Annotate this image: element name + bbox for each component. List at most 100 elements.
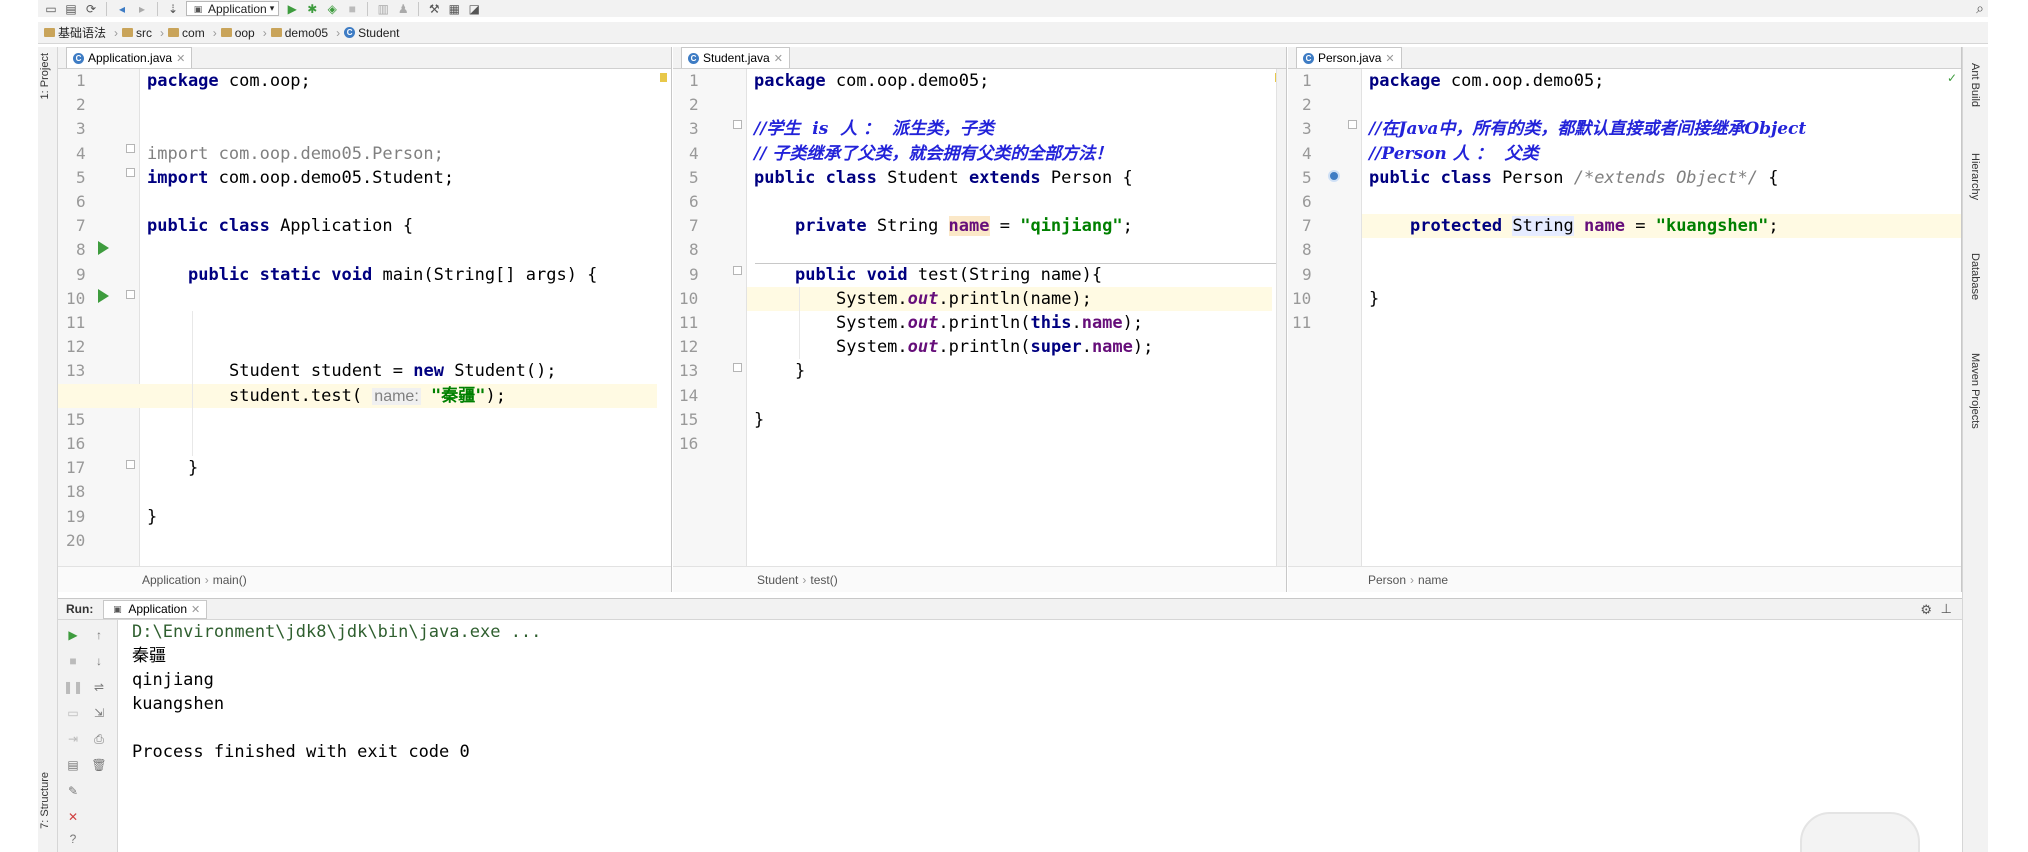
footer-crumb[interactable]: test()	[810, 573, 837, 587]
stop-icon[interactable]: ■	[66, 654, 80, 668]
code-editor[interactable]: 1 2 3 4 5 6 7 8 9 10 11 package com.oop.…	[1288, 69, 1961, 566]
dump-threads-icon[interactable]: ▭	[66, 706, 80, 720]
fold-marker-icon[interactable]	[733, 120, 742, 129]
app-config-icon: ▣	[113, 604, 122, 614]
help-icon[interactable]: ?	[66, 832, 80, 846]
coverage-icon[interactable]: ◈	[325, 2, 339, 16]
footer-crumb[interactable]: main()	[213, 573, 247, 587]
line-number: 4	[76, 143, 86, 163]
settings-wrench-icon[interactable]: ⚒	[427, 2, 441, 16]
sync-icon[interactable]: ⟳	[84, 2, 98, 16]
run-config-select[interactable]: ▣ Application ▾	[186, 1, 280, 16]
console-output[interactable]: D:\Environment\jdk8\jdk\bin\java.exe ...…	[118, 620, 1962, 852]
footer-crumb[interactable]: Application	[142, 573, 201, 587]
maven-projects-tab[interactable]: Maven Projects	[1969, 353, 1981, 429]
code-line: public class Person /*extends Object*/ {	[1362, 166, 1961, 190]
code-editor[interactable]: 1 2 3 4 5 6 7 8 9 10 11 12 13 14 15 16 1…	[58, 69, 671, 566]
breadcrumb-item-student[interactable]: C Student	[344, 26, 403, 40]
warning-stripe-icon[interactable]	[660, 73, 667, 82]
fold-marker-icon[interactable]	[733, 266, 742, 275]
vcs-update-icon[interactable]: ▥	[376, 2, 390, 16]
forward-arrow-icon[interactable]: ▸	[135, 2, 149, 16]
line-number: 5	[689, 167, 699, 187]
fold-marker-icon[interactable]	[126, 144, 135, 153]
breadcrumb-label: 基础语法	[58, 26, 107, 40]
code-line: package com.oop.demo05;	[747, 69, 1286, 93]
close-icon[interactable]: ✕	[176, 52, 185, 65]
breadcrumb-item-demo05[interactable]: demo05	[270, 25, 332, 40]
scroll-to-end-icon[interactable]: ⇲	[92, 706, 106, 720]
pause-icon[interactable]: ❚❚	[63, 680, 83, 694]
sdk-icon[interactable]: ◪	[467, 2, 481, 16]
hierarchy-tab[interactable]: Hierarchy	[1969, 153, 1981, 200]
editor-breadcrumb: Application › main()	[58, 566, 671, 592]
project-tool-tab[interactable]: 1: Project	[39, 53, 51, 99]
code-token: new	[413, 361, 444, 382]
close-icon[interactable]: ✕	[66, 810, 80, 824]
close-icon[interactable]: ✕	[191, 603, 200, 616]
line-number: 3	[689, 119, 699, 139]
debug-icon[interactable]: ✱	[305, 2, 319, 16]
footer-crumb[interactable]: Person	[1368, 573, 1406, 587]
soft-wrap-icon[interactable]: ⇌	[92, 680, 106, 694]
code-line: }	[1362, 287, 1961, 311]
code-editor[interactable]: 1 2 3 4 5 6 7 8 9 10 11 12 13 14 15 16 p…	[673, 69, 1286, 566]
scroll-down-icon[interactable]: ↓	[92, 654, 106, 668]
console-line: D:\Environment\jdk8\jdk\bin\java.exe ...	[132, 622, 542, 642]
code-token: out	[907, 288, 939, 309]
gear-icon[interactable]: ⚙	[1920, 602, 1932, 618]
layout-icon[interactable]: ▤	[66, 758, 80, 772]
close-icon[interactable]: ✕	[1385, 52, 1394, 65]
fold-marker-icon[interactable]	[126, 460, 135, 469]
editor-pane-application: C Application.java ✕ 1 2 3 4 5 6 7 8 9 1…	[58, 47, 672, 592]
code-token: name	[1584, 216, 1625, 237]
breadcrumb-item-oop[interactable]: oop	[220, 26, 259, 40]
save-all-icon[interactable]: ▤	[64, 2, 78, 16]
print-icon[interactable]: ⎙	[92, 732, 106, 746]
fold-marker-icon[interactable]	[733, 363, 742, 372]
exit-icon[interactable]: ⇥	[66, 732, 80, 746]
tab-student-java[interactable]: C Student.java ✕	[681, 47, 790, 68]
inheritance-marker-icon[interactable]	[1328, 170, 1340, 182]
scroll-up-icon[interactable]: ↑	[92, 628, 106, 642]
build-icon[interactable]: ⇣	[166, 2, 180, 16]
close-icon[interactable]: ✕	[774, 52, 783, 65]
line-number: 14	[679, 385, 699, 405]
fold-marker-icon[interactable]	[126, 290, 135, 299]
tab-application-java[interactable]: C Application.java ✕	[66, 47, 193, 68]
line-number: 10	[679, 288, 699, 308]
structure-tool-tab[interactable]: 7: Structure	[39, 772, 51, 829]
hide-panel-icon[interactable]: ⊥	[1941, 601, 1952, 617]
run-gutter-icon[interactable]	[98, 241, 109, 255]
footer-crumb[interactable]: Student	[757, 573, 798, 587]
vcs-commit-icon[interactable]: ♟	[396, 2, 410, 16]
code-token: test(String name){	[907, 264, 1103, 285]
run-tab[interactable]: ▣ Application ✕	[103, 599, 208, 619]
open-folder-icon[interactable]: ▭	[44, 2, 58, 16]
line-number: 7	[1302, 216, 1312, 236]
run-gutter-icon[interactable]	[98, 289, 109, 303]
back-arrow-icon[interactable]: ◂	[115, 2, 129, 16]
line-number: 8	[76, 240, 86, 260]
breadcrumb-item-project[interactable]: 基础语法	[44, 24, 110, 41]
breadcrumb-item-src[interactable]: src	[122, 26, 156, 40]
fold-marker-icon[interactable]	[126, 168, 135, 177]
project-structure-icon[interactable]: ▦	[447, 2, 461, 16]
ant-build-tab[interactable]: Ant Build	[1969, 63, 1981, 107]
footer-crumb[interactable]: name	[1418, 573, 1448, 587]
breadcrumb-label: demo05	[284, 25, 329, 40]
trash-icon[interactable]: 🗑	[91, 758, 106, 772]
run-icon[interactable]: ▶	[285, 2, 299, 16]
scrollbar[interactable]	[1276, 69, 1286, 566]
code-token: String	[866, 216, 949, 237]
pin-icon[interactable]: ✎	[66, 784, 80, 798]
code-token: }	[1369, 288, 1380, 309]
stop-icon[interactable]: ■	[345, 2, 359, 16]
tab-person-java[interactable]: C Person.java ✕	[1296, 47, 1402, 68]
code-token: public class	[147, 216, 270, 237]
fold-marker-icon[interactable]	[1348, 120, 1357, 129]
database-tab[interactable]: Database	[1969, 253, 1981, 300]
rerun-icon[interactable]: ▶	[66, 628, 80, 642]
breadcrumb-item-com[interactable]: com	[168, 26, 209, 40]
search-icon[interactable]: ⌕	[1976, 0, 1984, 17]
